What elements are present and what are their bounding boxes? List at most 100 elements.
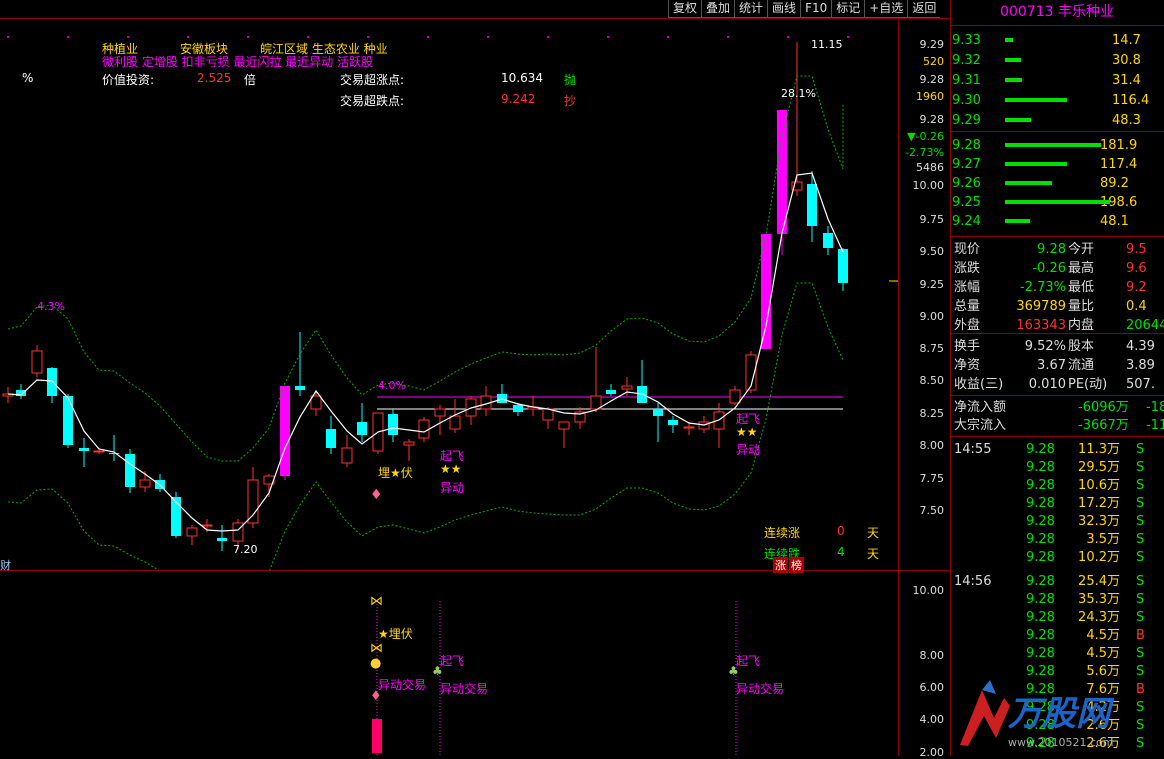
ask-price: 9.32 — [952, 53, 981, 68]
candle — [63, 394, 73, 448]
tick-volume: 10.6万 — [1078, 478, 1120, 493]
tick-volume: 17.2万 — [1078, 496, 1120, 511]
bid-price: 9.27 — [952, 157, 981, 172]
toolbar-button-5[interactable]: 标记 — [831, 0, 865, 18]
toolbar-button-2[interactable]: 统计 — [734, 0, 768, 18]
tick-side: S — [1136, 550, 1145, 565]
candle — [590, 347, 602, 412]
price-axis-tick: 10.00 — [912, 179, 945, 192]
price-axis-tick: 520 — [923, 55, 944, 68]
flow-label: 大宗流入 — [954, 418, 1007, 433]
tick-row[interactable]: 9.28 4.5万 B — [950, 627, 1164, 645]
tick-row[interactable]: 9.28 32.3万 S — [950, 513, 1164, 531]
ask-row[interactable]: 9.33 14.7 — [950, 32, 1164, 50]
tick-row[interactable]: 9.28 10.2万 S — [950, 549, 1164, 567]
bid-price: 9.25 — [952, 195, 981, 210]
tick-price: 9.28 — [1026, 460, 1055, 475]
tick-price: 9.28 — [1026, 574, 1055, 589]
bid-row[interactable]: 9.26 89.2 — [950, 175, 1164, 193]
tag-yidong-2: 异动 — [736, 443, 761, 457]
annot-pct: 28.1% — [781, 87, 816, 100]
toolbar-button-1[interactable]: 叠加 — [701, 0, 735, 18]
ask-row[interactable]: 9.32 30.8 — [950, 52, 1164, 70]
price-axis-tick: 9.28 — [919, 113, 945, 126]
top-marker — [187, 36, 189, 38]
watermark-logo: 万股网 www.2010521.com — [948, 676, 1164, 756]
tick-row[interactable]: 9.28 24.3万 S — [950, 609, 1164, 627]
streak-down-value: 4 — [837, 545, 845, 559]
top-marker — [367, 36, 369, 38]
streak-up-value: 0 — [837, 524, 845, 538]
ask-row[interactable]: 9.29 48.3 — [950, 112, 1164, 130]
tag-maifu: 埋★伏 — [378, 466, 413, 480]
candle — [79, 438, 89, 467]
fund-label: 换手 — [954, 339, 981, 354]
depth-bar — [1005, 181, 1052, 185]
candle — [326, 416, 336, 454]
quote-value: -2.73% — [1020, 280, 1066, 295]
tick-side: S — [1136, 496, 1145, 511]
annot-high: 11.15 — [811, 38, 843, 51]
top-marker — [487, 36, 489, 38]
bid-price: 9.28 — [952, 138, 981, 153]
sub-axis-tick: 10.00 — [912, 584, 945, 597]
candle — [357, 403, 367, 442]
book-divider — [950, 131, 1164, 132]
ask-volume: 31.4 — [1112, 73, 1141, 88]
bid-volume: 48.1 — [1100, 214, 1129, 229]
quote-label: 最高 — [1068, 261, 1095, 276]
title-divider — [950, 25, 1164, 26]
watermark-text: 万股网 — [1008, 695, 1110, 733]
price-axis-tick: 1960 — [916, 90, 944, 103]
toolbar-button-3[interactable]: 画线 — [767, 0, 801, 18]
sub-axis-tick: 4.00 — [919, 713, 945, 726]
fund-label: 流通 — [1068, 358, 1095, 373]
top-marker — [67, 36, 69, 38]
axis-divider — [898, 18, 899, 756]
top-marker — [427, 36, 429, 38]
ask-price: 9.30 — [952, 93, 981, 108]
top-marker — [847, 36, 849, 38]
ask-row[interactable]: 9.31 31.4 — [950, 72, 1164, 90]
top-marker — [727, 36, 729, 38]
tick-row[interactable]: 14:55 9.28 11.3万 S — [950, 441, 1164, 459]
stock-code: 000713 — [1000, 4, 1054, 20]
candle — [2, 387, 14, 403]
price-axis-tick: 8.50 — [919, 374, 945, 387]
depth-bar — [1005, 200, 1110, 204]
fund-row: 净资 3.67 流通 3.89 — [950, 357, 1164, 375]
tick-row[interactable]: 14:56 9.28 25.4万 S — [950, 573, 1164, 591]
quote-value: -0.26 — [1032, 261, 1066, 276]
tick-row[interactable]: 9.28 35.3万 S — [950, 591, 1164, 609]
tick-row[interactable]: 9.28 4.5万 S — [950, 645, 1164, 663]
depth-bar — [1005, 98, 1067, 102]
sub-qifei-1: 起飞 — [440, 654, 465, 668]
tick-row[interactable]: 9.28 3.5万 S — [950, 531, 1164, 549]
candle — [713, 403, 725, 448]
bid-price: 9.24 — [952, 214, 981, 229]
quote-value: 9.6 — [1126, 261, 1147, 276]
depth-bar — [1005, 162, 1067, 166]
price-axis-tick: 7.75 — [919, 472, 945, 485]
candle — [31, 345, 43, 377]
tick-volume: 4.5万 — [1086, 646, 1120, 661]
candle — [465, 396, 477, 425]
toolbar-button-0[interactable]: 复权 — [668, 0, 702, 18]
quote-value: 9.28 — [1037, 242, 1066, 257]
price-axis-tick: 9.29 — [919, 38, 945, 51]
tick-volume: 4.5万 — [1086, 628, 1120, 643]
bid-volume: 117.4 — [1100, 157, 1138, 172]
tick-row[interactable]: 9.28 17.2万 S — [950, 495, 1164, 513]
tick-row[interactable]: 9.28 29.5万 S — [950, 459, 1164, 477]
flow-value: -3667万 — [1078, 418, 1129, 433]
tick-row[interactable]: 9.28 10.6万 S — [950, 477, 1164, 495]
flow-value: -6096万 — [1078, 400, 1129, 415]
toolbar-button-4[interactable]: F10 — [800, 0, 832, 18]
ask-volume: 48.3 — [1112, 113, 1141, 128]
bid-row[interactable]: 9.24 48.1 — [950, 213, 1164, 231]
tick-side: S — [1136, 514, 1145, 529]
stock-title[interactable]: 000713 丰乐种业 — [950, 3, 1164, 21]
butterfly-icon: ⋈ — [370, 641, 383, 656]
price-axis-tick: 8.75 — [919, 342, 945, 355]
quote-value: 9.2 — [1126, 280, 1147, 295]
